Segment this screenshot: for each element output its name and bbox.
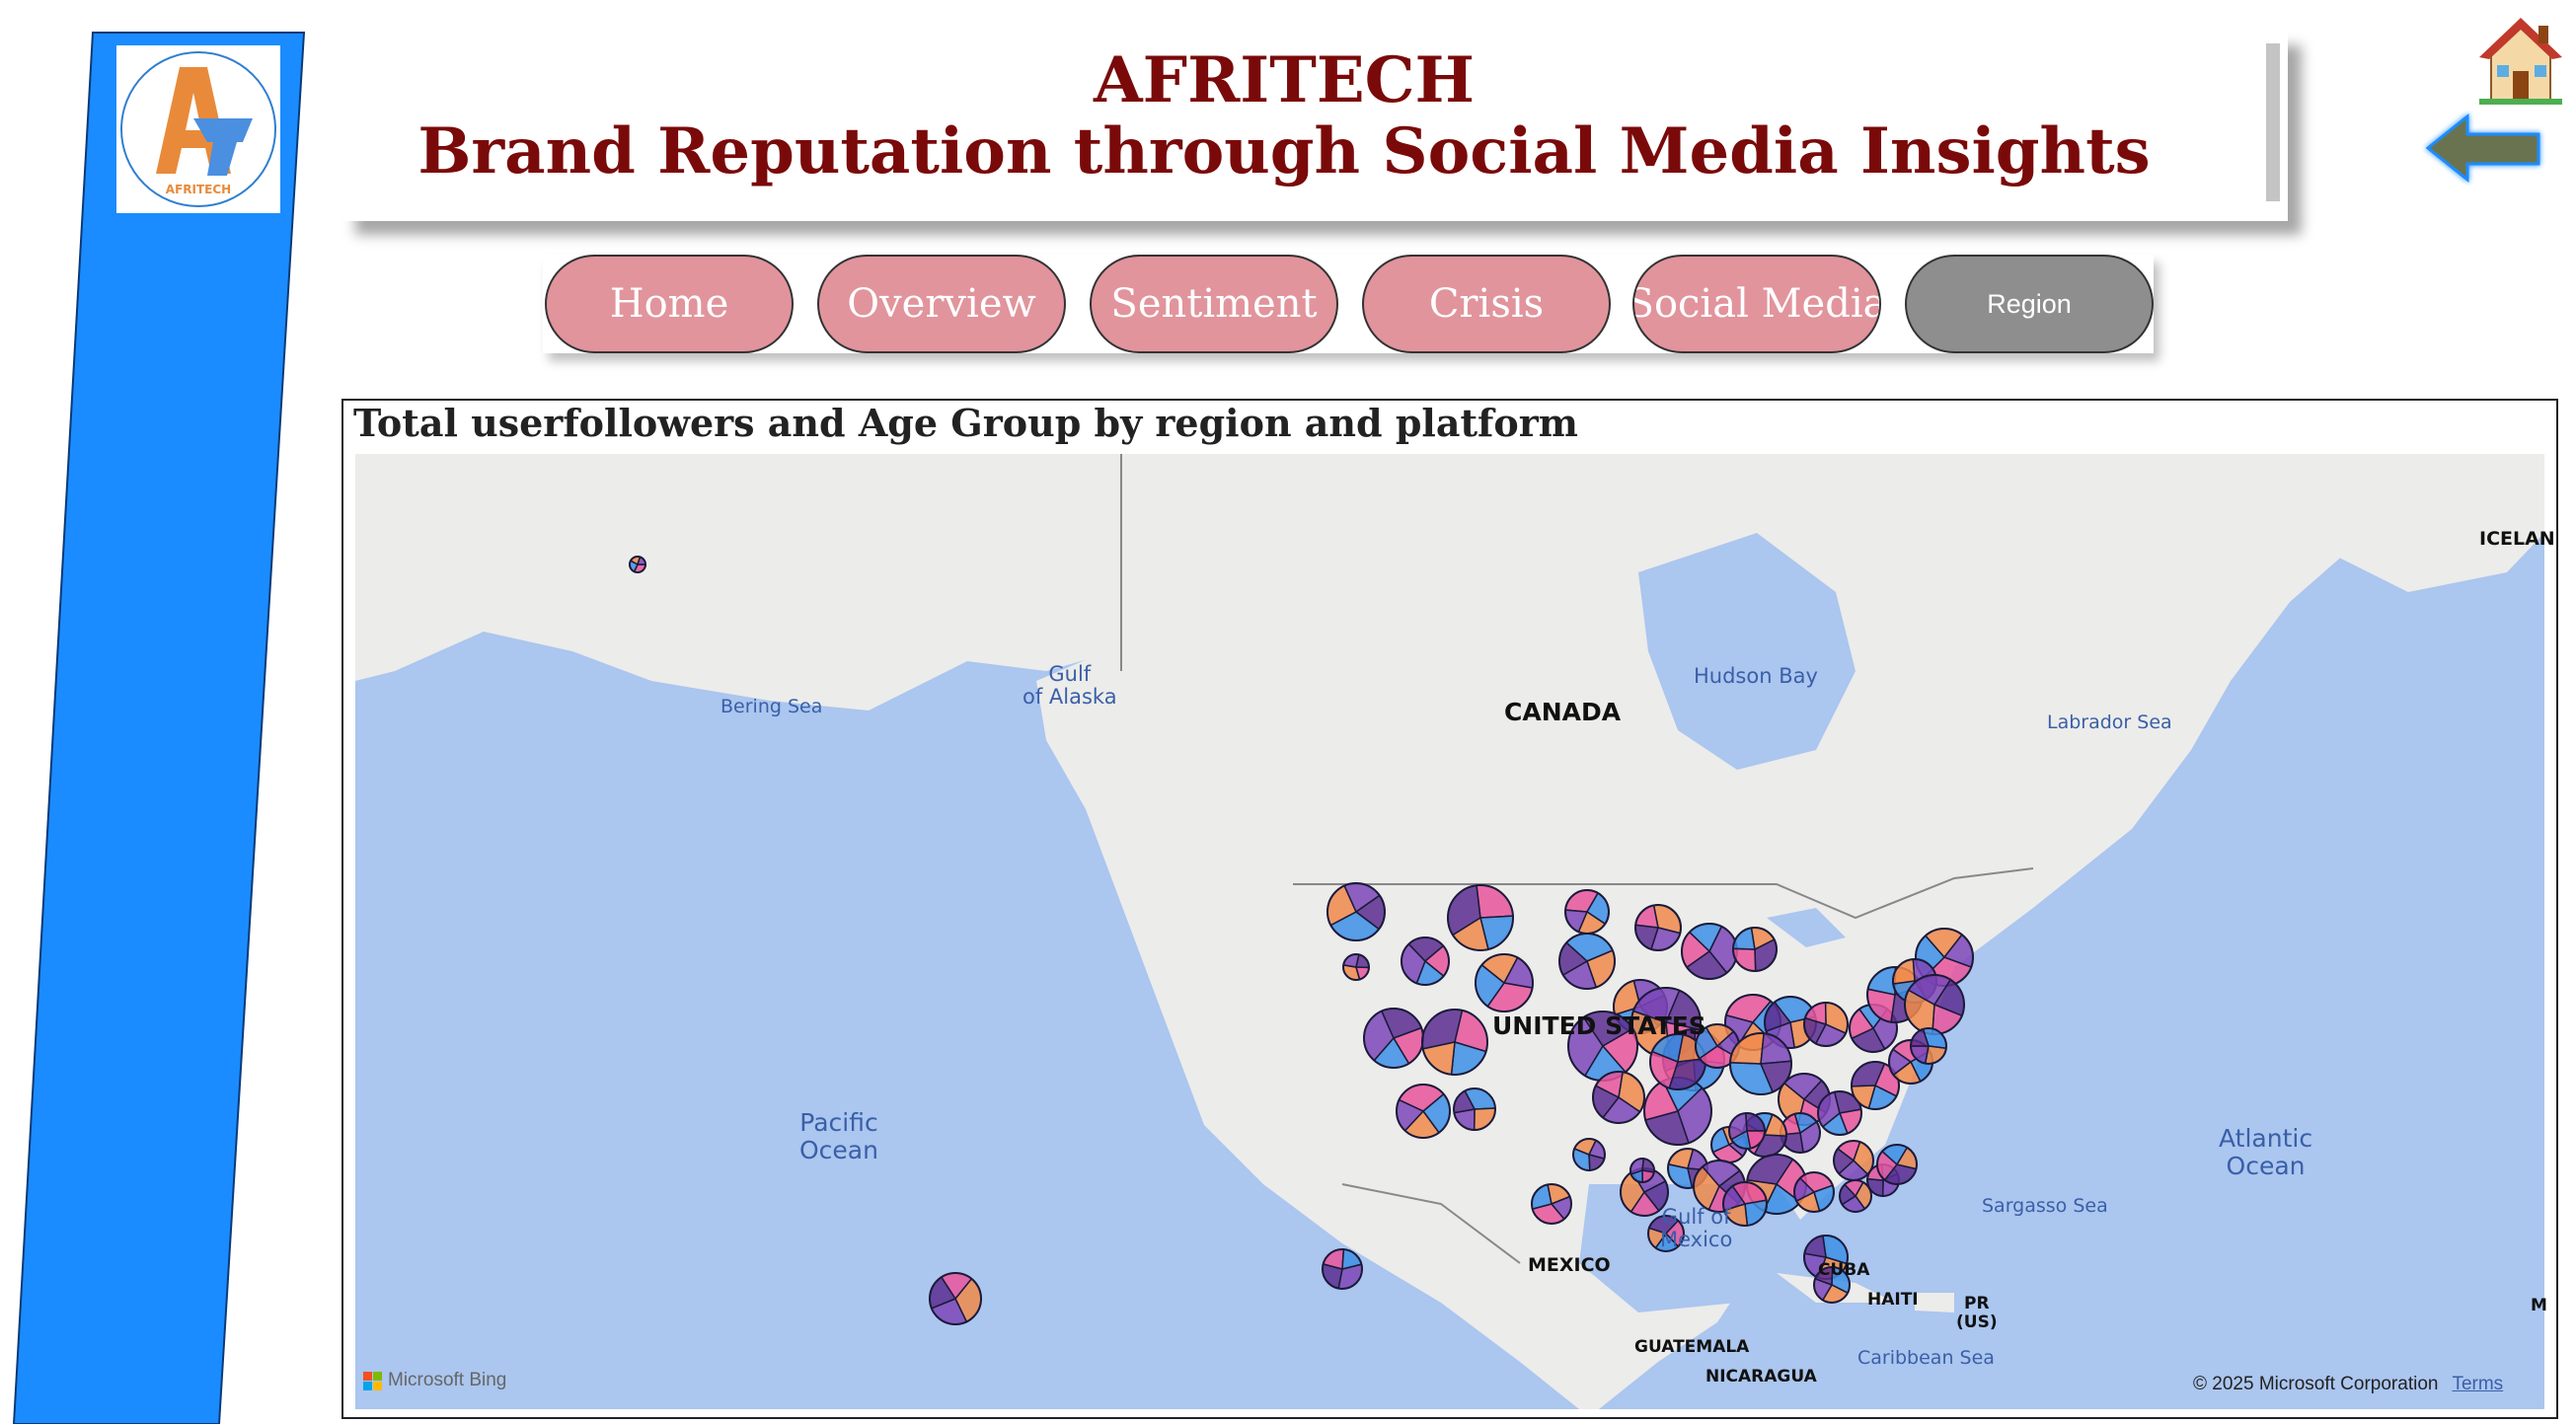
back-arrow-icon[interactable] [2422,111,2546,186]
pie-marker[interactable] [1322,1248,1363,1290]
label-sargasso-sea: Sargasso Sea [1982,1195,2108,1217]
pie-marker[interactable] [1342,953,1370,981]
logo-text: AFRITECH [166,183,231,196]
visual-title: Total userfollowers and Age Group by reg… [353,401,1578,445]
pie-marker[interactable] [1904,974,1965,1035]
pie-marker[interactable] [1564,889,1610,935]
pie-marker-layer[interactable] [355,454,2544,1409]
nav-overview-button[interactable]: Overview [817,255,1066,353]
label-hudson-bay: Hudson Bay [1694,664,1818,688]
pie-marker[interactable] [1572,1138,1606,1171]
pie-marker[interactable] [1396,1084,1451,1139]
pie-marker[interactable] [1681,923,1738,980]
page-subtitle: Brand Reputation through Social Media In… [417,114,2151,188]
house-icon[interactable] [2479,16,2562,105]
pie-marker[interactable] [1401,937,1450,986]
label-mexico: MEXICO [1528,1254,1611,1276]
pie-marker[interactable] [1803,1002,1849,1047]
nav-crisis-button[interactable]: Crisis [1362,255,1611,353]
pie-marker[interactable] [1326,882,1386,941]
pie-marker[interactable] [1453,1087,1496,1131]
title-scrollbar[interactable] [2266,43,2280,201]
pie-marker[interactable] [1793,1171,1835,1213]
terms-link[interactable]: Terms [2452,1374,2503,1394]
sidebar-panel [12,32,306,1424]
pie-marker[interactable] [1833,1140,1874,1181]
label-caribbean-sea: Caribbean Sea [1857,1347,1995,1369]
pie-marker[interactable] [1910,1027,1947,1065]
microsoft-logo-icon [363,1371,382,1390]
pie-marker[interactable] [629,556,646,573]
afritech-logo: AFRITECH [116,45,280,213]
pie-marker[interactable] [1531,1183,1572,1225]
pie-marker[interactable] [1558,933,1616,990]
label-bering-sea: Bering Sea [720,696,823,717]
label-gulf-of-mexico: Gulf of Mexico [1660,1205,1733,1252]
pie-marker[interactable] [1732,927,1778,972]
label-guatemala: GUATEMALA [1634,1337,1750,1357]
pie-marker[interactable] [1592,1071,1645,1124]
label-united-states: UNITED STATES [1492,1012,1706,1040]
map-canvas[interactable]: CANADA UNITED STATES MEXICO CUBA HAITI P… [355,454,2555,1409]
label-nicaragua: NICARAGUA [1705,1367,1817,1387]
page-title: AFRITECH [1093,43,1476,117]
pie-marker[interactable] [1421,1009,1488,1076]
pie-marker[interactable] [929,1272,982,1325]
label-labrador-sea: Labrador Sea [2047,712,2172,733]
label-pacific-ocean: Pacific Ocean [799,1108,878,1164]
pie-marker[interactable] [1876,1144,1918,1185]
pie-marker[interactable] [1728,1112,1766,1150]
title-card: AFRITECH Brand Reputation through Social… [341,32,2288,221]
pie-marker[interactable] [1475,953,1534,1012]
nav-home-button[interactable]: Home [545,255,794,353]
label-haiti: HAITI [1867,1290,1919,1310]
pie-marker[interactable] [1839,1179,1872,1213]
bing-attribution: Microsoft Bing [363,1370,506,1391]
label-iceland: ICELAN [2479,528,2555,550]
label-m-edge: M [2531,1296,2547,1315]
label-atlantic-ocean: Atlantic Ocean [2219,1124,2313,1180]
map-copyright: © 2025 Microsoft Corporation Terms [2193,1374,2504,1394]
label-cuba: CUBA [1818,1260,1870,1280]
nav-region-button[interactable]: Region [1905,255,2154,353]
pie-marker[interactable] [1447,884,1514,951]
nav-social-media-button[interactable]: Social Media [1632,255,1881,353]
label-pr: PR (US) [1956,1294,1998,1332]
label-gulf-of-alaska: Gulf of Alaska [1023,662,1117,710]
label-canada: CANADA [1504,698,1622,726]
pie-marker[interactable] [1363,1008,1424,1069]
pie-marker[interactable] [1634,904,1682,951]
pie-marker[interactable] [1629,1158,1655,1183]
nav-sentiment-button[interactable]: Sentiment [1090,255,1338,353]
